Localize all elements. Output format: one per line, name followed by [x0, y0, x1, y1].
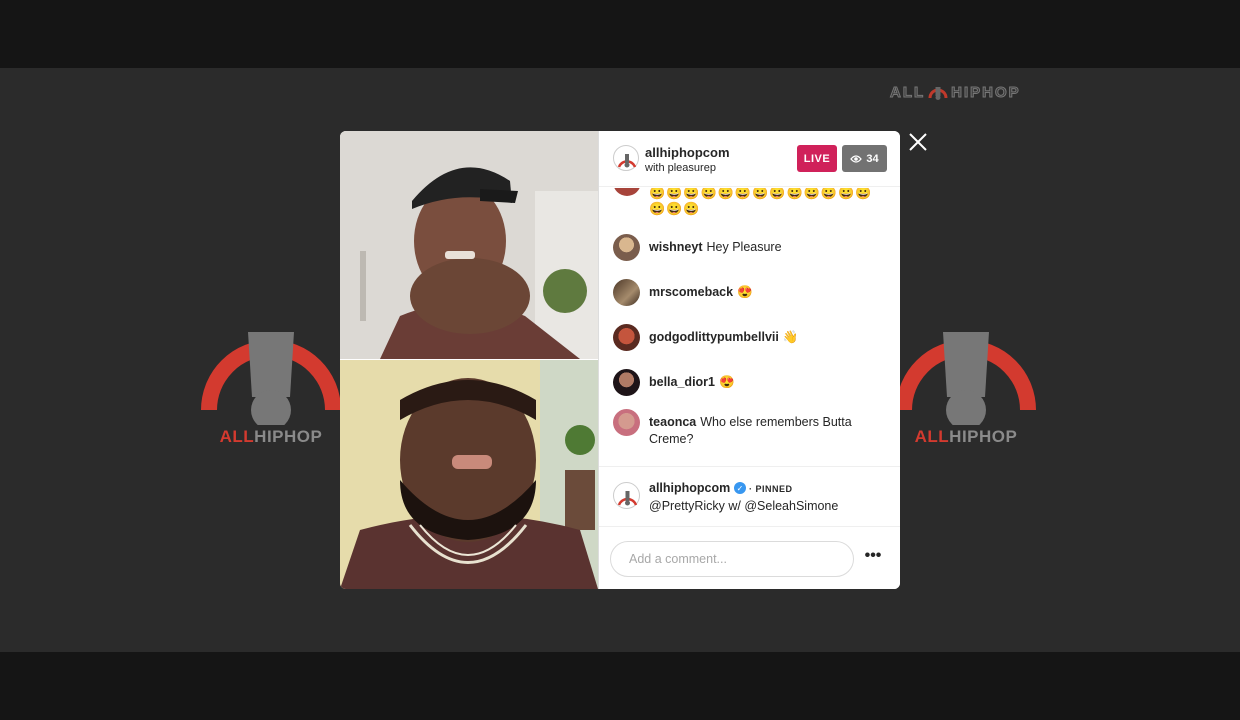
avatar[interactable]	[613, 369, 640, 396]
list-item: bella_dior1 😍	[613, 369, 893, 396]
microphone-logo-icon	[617, 491, 638, 506]
watermark-word-hiphop: HIPHOP	[951, 83, 1021, 101]
video-feed-host	[340, 360, 598, 589]
avatar[interactable]	[613, 482, 640, 509]
list-item: wishneyt Hey Pleasure	[613, 234, 893, 261]
list-item: godgodlittypumbellvii 👋	[613, 324, 893, 351]
live-badge: LIVE	[797, 145, 837, 172]
pinned-username[interactable]: allhiphopcom	[649, 481, 730, 495]
viewer-count-badge: 34	[842, 145, 887, 172]
watermark-word-all: ALL	[889, 83, 926, 101]
host-subtitle[interactable]: with pleasurep	[645, 162, 716, 174]
comment-username[interactable]: mrscomeback	[649, 285, 733, 299]
avatar[interactable]	[613, 234, 640, 261]
comment-text: 😍	[719, 375, 735, 389]
eye-icon	[850, 154, 863, 163]
verified-badge-icon: ✓	[734, 482, 746, 494]
pinned-text: @PrettyRicky w/ @SeleahSimone	[649, 499, 839, 513]
comment-username[interactable]: bella_dior1	[649, 375, 715, 389]
comment-list[interactable]: 😀😀😀😀😀😀😀😀😀😀😀😀😀 😀😀😀 wishneyt Hey Pleasure m…	[599, 188, 900, 466]
allhiphop-logo-right: ALLHIPHOP	[896, 285, 1036, 450]
avatar[interactable]	[613, 324, 640, 351]
letterbox-top	[0, 0, 1240, 68]
avatar	[613, 188, 641, 196]
list-item: teaonca Who else remembers Butta Creme?	[613, 409, 893, 448]
close-icon	[909, 133, 927, 151]
letterbox-bottom	[0, 652, 1240, 720]
list-item: mrscomeback 😍	[613, 279, 893, 306]
logo-wordmark: ALLHIPHOP	[914, 427, 1018, 446]
avatar[interactable]	[613, 409, 640, 436]
close-button[interactable]	[907, 131, 929, 153]
live-header: allhiphopcom with pleasurep LIVE 34	[599, 131, 900, 187]
allhiphop-logo-left: ALLHIPHOP	[201, 285, 341, 450]
viewer-count: 34	[866, 152, 879, 165]
microphone-logo-icon	[201, 332, 341, 430]
comment-username[interactable]: godgodlittypumbellvii	[649, 330, 779, 344]
comment-username[interactable]: teaonca	[649, 415, 696, 429]
emoji-comment-line: 😀😀😀😀😀😀😀😀😀😀😀😀😀	[649, 188, 873, 200]
video-feed-guest	[340, 131, 598, 359]
pinned-comment: allhiphopcom ✓ · PINNED @PrettyRicky w/ …	[599, 466, 900, 526]
allhiphop-watermark: ALL HIPHOP	[889, 82, 1021, 102]
host-username[interactable]: allhiphopcom	[645, 145, 730, 160]
logo-wordmark: ALLHIPHOP	[219, 427, 323, 446]
comment-text: 😍	[737, 285, 753, 299]
comment-composer: •••	[599, 526, 900, 589]
live-chat-panel: allhiphopcom with pleasurep LIVE 34 😀😀😀😀…	[598, 131, 900, 589]
emoji-comment-line: 😀😀😀	[649, 201, 701, 216]
microphone-logo-icon	[928, 87, 948, 100]
microphone-logo-icon	[617, 154, 637, 168]
avatar[interactable]	[613, 279, 640, 306]
comment-username[interactable]: wishneyt	[649, 240, 703, 254]
comment-input[interactable]	[610, 541, 854, 577]
more-options-button[interactable]: •••	[863, 548, 883, 569]
comment-text: 👋	[782, 330, 799, 344]
microphone-logo-icon	[896, 332, 1036, 430]
live-stream-modal: allhiphopcom with pleasurep LIVE 34 😀😀😀😀…	[340, 131, 900, 589]
guest-video-frame	[340, 131, 598, 359]
host-video-frame	[340, 360, 598, 589]
pinned-label: · PINNED	[749, 484, 793, 494]
comment-text: Hey Pleasure	[706, 240, 782, 254]
avatar[interactable]	[613, 145, 639, 171]
